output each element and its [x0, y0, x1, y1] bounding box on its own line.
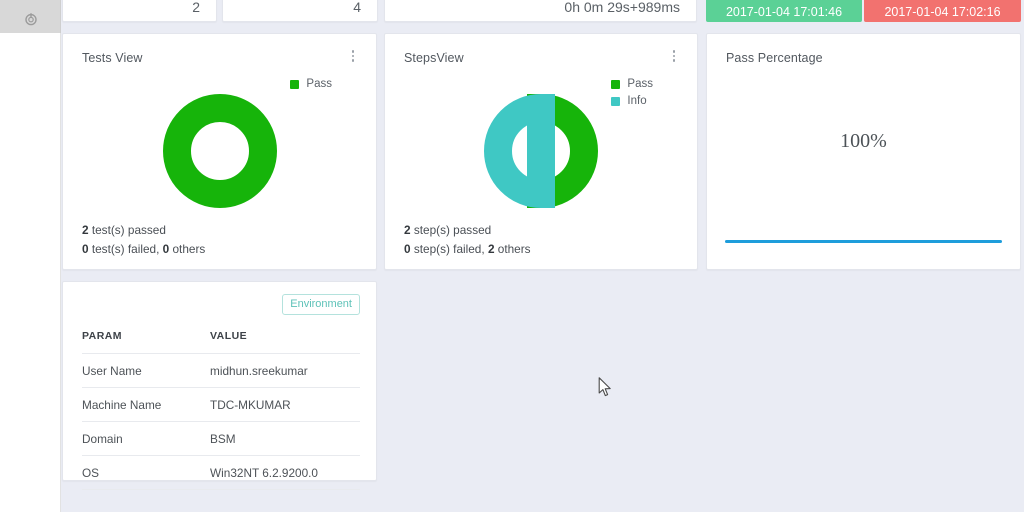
count-card-2-value: 4 — [353, 0, 361, 15]
count-card-1: 2 — [62, 0, 217, 22]
legend-item-pass: Pass — [611, 76, 653, 92]
pass-percentage-value: 100% — [840, 130, 887, 152]
legend-swatch-pass — [290, 79, 300, 89]
steps-view-card: StepsView Pass Info 2 step(s) passed 0 s… — [384, 33, 698, 270]
table-header-row: PARAM VALUE — [82, 330, 360, 354]
value-domain: BSM — [210, 421, 360, 456]
steps-passed-line: 2 step(s) passed — [404, 221, 531, 240]
environment-badge[interactable]: Environment — [282, 294, 360, 315]
environment-card: Environment PARAM VALUE User Name midhun… — [62, 281, 377, 490]
steps-failed-text: step(s) failed, — [410, 241, 488, 256]
steps-view-title: StepsView — [404, 51, 464, 65]
steps-passed-text: step(s) passed — [410, 223, 492, 237]
mouse-cursor — [598, 377, 612, 398]
end-time-label: 2017-01-04 17:02:16 — [884, 5, 1001, 19]
tests-failed-text: test(s) failed, — [88, 241, 163, 256]
tests-view-summary: 2 test(s) passed 0 test(s) failed, 0 oth… — [82, 221, 205, 258]
count-card-2: 4 — [222, 0, 378, 22]
tests-passed-line: 2 test(s) passed — [82, 221, 205, 240]
legend-item-pass: Pass — [290, 76, 332, 92]
value-user-name: midhun.sreekumar — [210, 353, 360, 388]
table-row: Machine Name TDC-MKUMAR — [82, 387, 360, 422]
pass-percentage-title: Pass Percentage — [726, 51, 823, 65]
count-card-1-value: 2 — [192, 0, 200, 15]
param-domain: Domain — [82, 421, 210, 456]
legend-label-pass: Pass — [306, 78, 332, 90]
duration-card: 0h 0m 29s+989ms — [384, 0, 697, 22]
tests-others-text: others — [169, 241, 206, 256]
sidebar-rail-body — [0, 33, 61, 512]
pass-percentage-card: Pass Percentage 100% — [706, 33, 1021, 270]
value-machine-name: TDC-MKUMAR — [210, 387, 360, 422]
start-time-label: 2017-01-04 17:01:46 — [725, 5, 843, 19]
steps-others-text: others — [494, 241, 531, 256]
pass-percentage-progress-bar — [725, 240, 1002, 243]
legend-label-pass: Pass — [627, 78, 653, 90]
tests-view-title: Tests View — [82, 51, 143, 65]
power-icon[interactable] — [24, 12, 38, 26]
param-os: OS — [82, 455, 210, 490]
param-user-name: User Name — [82, 353, 210, 388]
table-row: OS Win32NT 6.2.9200.0 — [82, 455, 360, 490]
steps-view-summary: 2 step(s) passed 0 step(s) failed, 2 oth… — [404, 221, 531, 258]
duration-card-value: 0h 0m 29s+989ms — [564, 0, 680, 15]
start-time-chip: 2017-01-04 17:01:46 — [706, 0, 862, 22]
tests-view-card: Tests View Pass 2 test(s) passed 0 test(… — [62, 33, 377, 270]
environment-table: PARAM VALUE User Name midhun.sreekumar M… — [82, 330, 360, 490]
legend-swatch-pass — [611, 79, 621, 89]
dashboard-root: 2 4 0h 0m 29s+989ms 2017-01-04 17:01:46 … — [0, 0, 1024, 512]
value-os: Win32NT 6.2.9200.0 — [210, 455, 360, 490]
steps-view-kebab-menu-icon[interactable] — [667, 50, 681, 66]
end-time-chip: 2017-01-04 17:02:16 — [864, 0, 1021, 22]
tests-passed-text: test(s) passed — [88, 223, 166, 237]
tests-view-kebab-menu-icon[interactable] — [346, 50, 360, 66]
table-row: User Name midhun.sreekumar — [82, 353, 360, 388]
sidebar-rail-top — [0, 0, 61, 33]
steps-failed-line: 0 step(s) failed, 2 others — [404, 240, 531, 259]
table-row: Domain BSM — [82, 421, 360, 456]
tests-view-legend: Pass — [290, 76, 332, 93]
column-header-param: PARAM — [82, 330, 210, 354]
column-header-value: VALUE — [210, 330, 360, 354]
tests-failed-line: 0 test(s) failed, 0 others — [82, 240, 205, 259]
param-machine-name: Machine Name — [82, 387, 210, 422]
